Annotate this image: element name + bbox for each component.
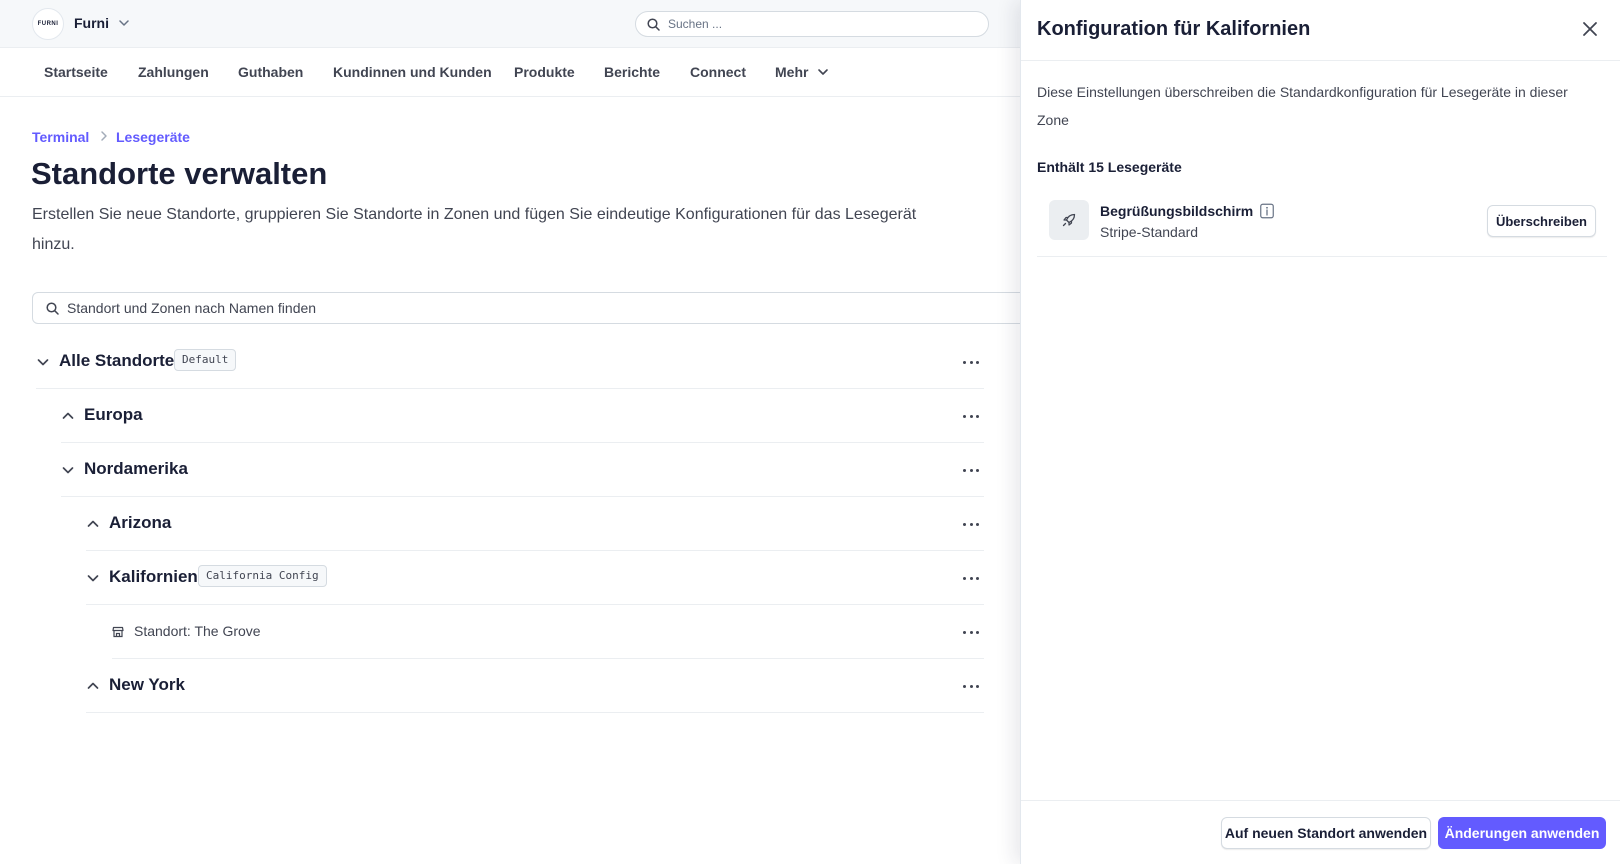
breadcrumb-lesegeraete[interactable]: Lesegeräte: [116, 129, 190, 145]
store-icon: [112, 626, 124, 638]
more-icon[interactable]: [963, 625, 979, 639]
chevron-up-icon[interactable]: [61, 409, 75, 423]
nav-item-zahlungen[interactable]: Zahlungen: [138, 64, 209, 80]
chevron-down-icon[interactable]: [86, 571, 100, 585]
tree-row-the-grove[interactable]: Standort: The Grove: [112, 605, 984, 659]
nav-item-kunden[interactable]: Kundinnen und Kunden: [333, 64, 492, 80]
account-name[interactable]: Furni: [74, 15, 109, 31]
nav-item-berichte[interactable]: Berichte: [604, 64, 660, 80]
top-bar: FURNI Furni Suchen ...: [0, 0, 1020, 48]
tree-row-label: Kalifornien: [109, 567, 198, 586]
override-button[interactable]: Überschreiben: [1487, 205, 1596, 237]
global-search-placeholder: Suchen ...: [668, 17, 723, 31]
nav-item-mehr[interactable]: Mehr: [775, 64, 808, 80]
nav-item-connect[interactable]: Connect: [690, 64, 746, 80]
panel-header: Konfiguration für Kalifornien: [1021, 0, 1620, 61]
search-icon: [46, 302, 59, 315]
rocket-icon: [1049, 200, 1089, 240]
page-title: Standorte verwalten: [31, 156, 328, 191]
config-badge: Default: [174, 349, 237, 371]
chevron-down-icon[interactable]: [817, 66, 829, 78]
panel-title: Konfiguration für Kalifornien: [1037, 18, 1311, 40]
more-icon[interactable]: [963, 463, 979, 477]
info-icon[interactable]: [1260, 203, 1274, 219]
page-description: Erstellen Sie neue Standorte, gruppieren…: [32, 206, 917, 253]
tree-row-label: Nordamerika: [84, 459, 188, 478]
chevron-right-icon: [101, 131, 107, 141]
apply-to-new-location-button[interactable]: Auf neuen Standort anwenden: [1221, 817, 1431, 849]
tree-row-kalifornien[interactable]: Kalifornien California Config: [86, 551, 984, 605]
search-icon: [647, 18, 660, 31]
reader-count-label: Enthält 15 Lesegeräte: [1037, 159, 1182, 175]
location-search-placeholder: Standort und Zonen nach Namen finden: [67, 300, 317, 316]
tree-row-alle-standorte[interactable]: Alle Standorte Default: [36, 335, 984, 389]
apply-changes-button[interactable]: Änderungen anwenden: [1438, 817, 1606, 849]
chevron-down-icon[interactable]: [118, 17, 130, 29]
panel-footer: Auf neuen Standort anwenden Änderungen a…: [1021, 800, 1620, 864]
more-icon[interactable]: [963, 355, 979, 369]
main-page: FURNI Furni Suchen ... Startseite Zahlun…: [0, 0, 1032, 864]
tree-row-new-york[interactable]: New York: [86, 659, 984, 713]
tree-row-label: Alle Standorte: [59, 351, 175, 370]
more-icon[interactable]: [963, 409, 979, 423]
tree-row-label: Arizona: [109, 513, 172, 532]
nav-item-startseite[interactable]: Startseite: [44, 64, 108, 80]
chevron-up-icon[interactable]: [86, 679, 100, 693]
nav-item-produkte[interactable]: Produkte: [514, 64, 575, 80]
config-badge: California Config: [198, 565, 327, 587]
tree-row-label: Standort: The Grove: [134, 623, 261, 639]
tree-row-europa[interactable]: Europa: [61, 389, 984, 443]
global-search-input[interactable]: Suchen ...: [635, 11, 989, 37]
breadcrumb-terminal[interactable]: Terminal: [32, 129, 89, 145]
tree-row-label: New York: [109, 675, 185, 694]
more-icon[interactable]: [963, 679, 979, 693]
main-navigation: Startseite Zahlungen Guthaben Kundinnen …: [0, 48, 1020, 97]
location-search-input[interactable]: Standort und Zonen nach Namen finden: [32, 292, 1032, 324]
more-icon[interactable]: [963, 517, 979, 531]
setting-name: Begrüßungsbildschirm: [1100, 203, 1254, 219]
chevron-down-icon[interactable]: [61, 463, 75, 477]
tree-row-arizona[interactable]: Arizona: [86, 497, 984, 551]
close-icon[interactable]: [1581, 20, 1599, 38]
more-icon[interactable]: [963, 571, 979, 585]
chevron-down-icon[interactable]: [36, 355, 50, 369]
tree-row-label: Europa: [84, 405, 143, 424]
panel-description: Diese Einstellungen überschreiben die St…: [1037, 84, 1568, 128]
setting-row-splashscreen: Begrüßungsbildschirm Stripe-Standard Übe…: [1037, 188, 1607, 257]
chevron-up-icon[interactable]: [86, 517, 100, 531]
config-side-panel: Konfiguration für Kalifornien Diese Eins…: [1020, 0, 1620, 864]
account-logo[interactable]: FURNI: [32, 8, 64, 40]
nav-item-guthaben[interactable]: Guthaben: [238, 64, 303, 80]
setting-value: Stripe-Standard: [1100, 224, 1199, 240]
tree-row-nordamerika[interactable]: Nordamerika: [61, 443, 984, 497]
